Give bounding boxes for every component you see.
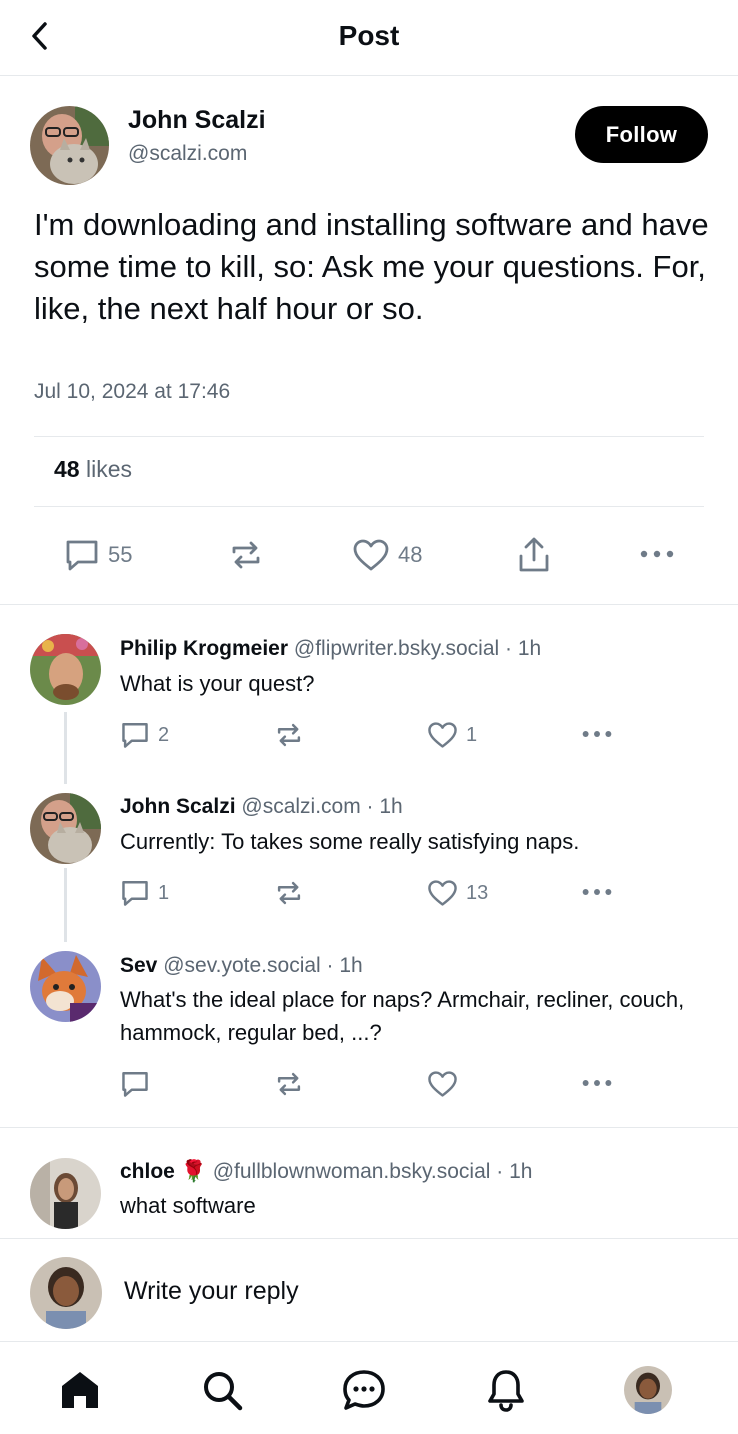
ellipsis-icon: [640, 550, 674, 558]
ellipsis-icon: [582, 731, 612, 737]
reply-author-handle: @fullblownwoman.bsky.social · 1h: [212, 1160, 533, 1183]
search-icon: [204, 1372, 243, 1411]
chat-bubble-icon: [343, 1370, 385, 1410]
reply-author-name: chloe: [120, 1160, 175, 1183]
my-avatar: [30, 1257, 102, 1329]
reply-avatar[interactable]: [30, 793, 101, 864]
reply-author[interactable]: Philip Krogmeier @flipwriter.bsky.social…: [120, 637, 541, 661]
heart-icon: [353, 539, 389, 571]
reply-count: 55: [108, 542, 133, 567]
repost-arrows-icon: [277, 1072, 301, 1096]
like-count: 1: [466, 723, 478, 746]
more-options-button[interactable]: [579, 885, 615, 899]
reply-author-handle: @sev.yote.social · 1h: [163, 954, 363, 977]
author-handle[interactable]: @scalzi.com: [128, 142, 247, 166]
like-button[interactable]: 1: [427, 721, 477, 749]
reply-count: 2: [158, 723, 170, 746]
reply-button[interactable]: 2: [120, 721, 169, 749]
repost-button[interactable]: [274, 1070, 304, 1098]
profile-avatar: [624, 1366, 672, 1414]
heart-icon: [428, 722, 457, 748]
more-options-button[interactable]: [579, 1076, 615, 1090]
reply-count: 1: [158, 881, 170, 904]
reply-button[interactable]: [120, 1070, 150, 1098]
speech-bubble-icon: [122, 881, 148, 906]
author-name[interactable]: John Scalzi: [128, 106, 266, 135]
likes-count: 48: [54, 456, 80, 482]
repost-arrows-icon: [232, 541, 260, 569]
speech-bubble-icon: [122, 723, 148, 748]
tab-profile[interactable]: [624, 1366, 672, 1414]
reply-avatar[interactable]: [30, 1158, 101, 1229]
reply-author-name: Philip Krogmeier: [120, 637, 289, 660]
follow-button[interactable]: Follow: [575, 106, 708, 163]
reply-author[interactable]: Sev @sev.yote.social · 1h: [120, 954, 363, 978]
tab-search[interactable]: [198, 1366, 246, 1414]
repost-arrows-icon: [277, 881, 301, 905]
reply-avatar[interactable]: [30, 634, 101, 705]
author-avatar[interactable]: [30, 106, 109, 185]
ellipsis-icon: [582, 889, 612, 895]
reply-text: what software: [120, 1193, 256, 1218]
more-options-button[interactable]: [579, 727, 615, 741]
reply-author[interactable]: chloe 🌹 @fullblownwoman.bsky.social · 1h: [120, 1160, 532, 1184]
reply-button[interactable]: 55: [64, 538, 132, 572]
post-text: I'm downloading and installing software …: [34, 207, 709, 326]
heart-icon: [428, 880, 457, 906]
like-button[interactable]: [427, 1070, 458, 1098]
page-title: Post: [338, 20, 400, 51]
tab-home[interactable]: [56, 1366, 104, 1414]
reply-author-handle: @scalzi.com · 1h: [241, 795, 403, 818]
divider: [34, 506, 704, 507]
repost-arrows-icon: [277, 723, 301, 747]
reply-author-name: John Scalzi: [120, 795, 236, 818]
speech-bubble-icon: [66, 540, 98, 571]
divider: [0, 1238, 738, 1239]
tab-notifications[interactable]: [482, 1366, 530, 1414]
tab-messages[interactable]: [340, 1366, 388, 1414]
reply-composer-input[interactable]: Write your reply: [124, 1277, 299, 1306]
bell-icon: [488, 1370, 524, 1412]
reply-author[interactable]: John Scalzi @scalzi.com · 1h: [120, 795, 403, 819]
top-bar: Post: [0, 0, 738, 76]
reply-text: Currently: To takes some really satisfyi…: [120, 829, 580, 854]
reply-author-handle: @flipwriter.bsky.social · 1h: [293, 637, 542, 660]
divider: [0, 604, 738, 605]
like-count: 13: [466, 881, 489, 904]
divider: [34, 436, 704, 437]
repost-button[interactable]: [274, 721, 304, 749]
share-upload-icon: [519, 537, 549, 572]
speech-bubble-icon: [122, 1072, 148, 1097]
share-button[interactable]: [516, 536, 552, 574]
reply-text: What is your quest?: [120, 671, 315, 696]
reply-text: What's the ideal place for naps? Armchai…: [120, 987, 685, 1045]
likes-summary[interactable]: 48 likes: [54, 456, 132, 483]
more-options-button[interactable]: [638, 546, 676, 562]
likes-label: likes: [85, 456, 132, 482]
reply-avatar[interactable]: [30, 951, 101, 1022]
post-timestamp: Jul 10, 2024 at 17:46: [34, 380, 231, 403]
thread-line: [64, 868, 67, 942]
like-count: 48: [398, 542, 423, 567]
bottom-tab-bar: [0, 1341, 738, 1434]
ellipsis-icon: [582, 1080, 612, 1086]
repost-button[interactable]: [228, 538, 264, 572]
reply-button[interactable]: 1: [120, 879, 169, 907]
like-button[interactable]: 13: [427, 879, 488, 907]
repost-button[interactable]: [274, 879, 304, 907]
divider: [0, 1127, 738, 1128]
home-icon: [62, 1372, 98, 1408]
thread-line: [64, 712, 67, 784]
reply-author-name: Sev: [120, 954, 158, 977]
like-button[interactable]: 48: [352, 538, 422, 572]
reply-author-emoji: 🌹: [180, 1160, 207, 1183]
heart-icon: [428, 1071, 457, 1097]
